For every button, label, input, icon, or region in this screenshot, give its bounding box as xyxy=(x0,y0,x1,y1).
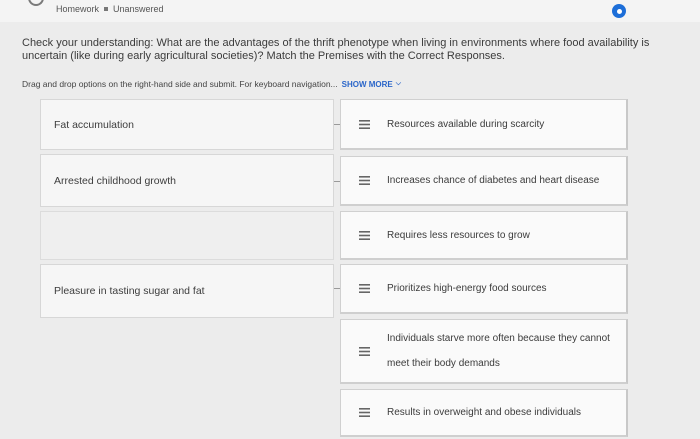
breadcrumb-status: Unanswered xyxy=(113,4,164,14)
premise-label: Fat accumulation xyxy=(54,118,134,131)
response-item[interactable]: Prioritizes high-energy food sources xyxy=(340,264,628,314)
top-bar: Homework Unanswered xyxy=(0,0,700,22)
response-item[interactable]: Increases chance of diabetes and heart d… xyxy=(340,156,628,206)
drag-handle-icon[interactable] xyxy=(341,230,387,240)
response-label: Resources available during scarcity xyxy=(387,118,545,130)
breadcrumb-homework: Homework xyxy=(56,4,100,14)
instructions-text: Drag and drop options on the right-hand … xyxy=(22,79,338,89)
drag-handle-icon[interactable] xyxy=(341,176,387,185)
response-item[interactable]: Individuals starve more often because th… xyxy=(340,319,628,384)
premise-label: Arrested childhood growth xyxy=(54,174,176,187)
drag-handle-icon[interactable] xyxy=(341,346,387,356)
premise-pleasure-sugar-fat: Pleasure in tasting sugar and fat xyxy=(40,264,334,318)
breadcrumb: Homework Unanswered xyxy=(56,4,164,14)
drag-handle-icon[interactable] xyxy=(341,408,387,417)
drag-handle-icon[interactable] xyxy=(341,119,387,129)
chevron-down-icon: ⌵ xyxy=(395,80,402,87)
question-text: Check your understanding: What are the a… xyxy=(22,37,650,62)
response-label: Prioritizes high-energy food sources xyxy=(387,283,547,294)
app-icon xyxy=(28,0,44,6)
instructions: Drag and drop options on the right-hand … xyxy=(22,79,401,89)
premise-empty-slot xyxy=(40,211,334,260)
response-label: Results in overweight and obese individu… xyxy=(387,407,582,418)
response-label: Individuals starve more often because th… xyxy=(387,333,610,369)
response-item[interactable]: Results in overweight and obese individu… xyxy=(340,389,628,437)
separator-icon xyxy=(104,7,109,11)
show-more-label: SHOW MORE xyxy=(341,79,393,89)
drag-handle-icon[interactable] xyxy=(341,284,387,293)
response-item[interactable]: Requires less resources to grow xyxy=(340,211,628,260)
unanswered-status-icon xyxy=(612,4,626,18)
premise-fat-accumulation: Fat accumulation xyxy=(40,99,334,150)
premise-label: Pleasure in tasting sugar and fat xyxy=(54,285,205,297)
show-more-button[interactable]: SHOW MORE ⌵ xyxy=(342,80,401,89)
premise-arrested-childhood-growth: Arrested childhood growth xyxy=(40,154,334,207)
response-label: Increases chance of diabetes and heart d… xyxy=(387,175,600,186)
response-label: Requires less resources to grow xyxy=(387,229,530,241)
response-item[interactable]: Resources available during scarcity xyxy=(340,99,628,150)
